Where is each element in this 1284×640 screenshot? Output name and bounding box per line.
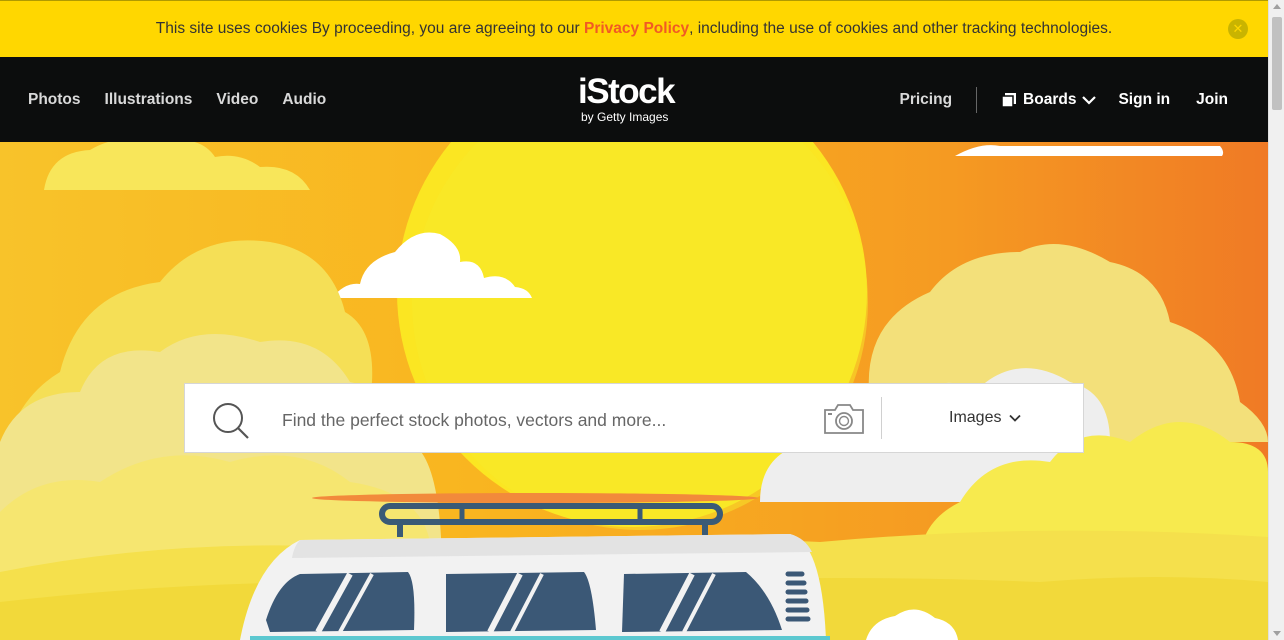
surfboard-shape xyxy=(312,493,758,503)
nav-divider xyxy=(976,86,978,113)
page-scrollbar[interactable] xyxy=(1268,0,1284,640)
search-divider xyxy=(881,397,882,439)
close-icon[interactable]: ✕ xyxy=(1228,19,1248,39)
van-window-middle xyxy=(446,572,596,632)
scrollbar-thumb[interactable] xyxy=(1272,17,1282,110)
search-input[interactable]: Find the perfect stock photos, vectors a… xyxy=(282,410,666,431)
cookie-banner: This site uses cookies By proceeding, yo… xyxy=(0,0,1268,57)
logo-sub: by Getty Images xyxy=(581,110,669,124)
join-link[interactable]: Join xyxy=(1196,91,1228,109)
boards-icon xyxy=(1001,92,1017,108)
cookie-text-after: , including the use of cookies and other… xyxy=(689,20,1113,37)
search-icon[interactable] xyxy=(211,401,251,441)
boards-label: Boards xyxy=(1023,90,1077,108)
camera-icon[interactable] xyxy=(823,403,865,435)
chevron-down-icon xyxy=(1009,414,1022,422)
nav-video[interactable]: Video xyxy=(216,91,258,109)
media-type-dropdown[interactable]: Images xyxy=(949,409,1022,427)
site-header: Photos Illustrations Video Audio iStock … xyxy=(0,57,1268,142)
media-type-label: Images xyxy=(949,409,1002,426)
cookie-text-before: This site uses cookies By proceeding, yo… xyxy=(155,20,584,37)
privacy-policy-link[interactable]: Privacy Policy xyxy=(584,20,689,37)
nav-pricing[interactable]: Pricing xyxy=(900,91,953,109)
istock-logo[interactable]: iStock by Getty Images xyxy=(578,72,676,124)
chevron-down-icon xyxy=(1082,95,1097,105)
search-bar: Find the perfect stock photos, vectors a… xyxy=(184,383,1084,453)
sign-in-link[interactable]: Sign in xyxy=(1118,91,1170,109)
scroll-down-icon[interactable] xyxy=(1273,631,1281,636)
scroll-up-icon[interactable] xyxy=(1273,4,1281,9)
nav-illustrations[interactable]: Illustrations xyxy=(105,91,193,109)
cloud-top-left xyxy=(44,142,310,190)
nav-photos[interactable]: Photos xyxy=(28,91,81,109)
logo-brand: iStock xyxy=(578,72,676,111)
boards-button[interactable]: Boards xyxy=(1001,90,1097,109)
nav-audio[interactable]: Audio xyxy=(282,91,326,109)
account-nav: Pricing Boards Sign in Join xyxy=(900,57,1228,142)
cloud-top-right xyxy=(955,145,1224,156)
primary-nav: Photos Illustrations Video Audio xyxy=(28,57,326,142)
cookie-text: This site uses cookies By proceeding, yo… xyxy=(156,20,1112,38)
